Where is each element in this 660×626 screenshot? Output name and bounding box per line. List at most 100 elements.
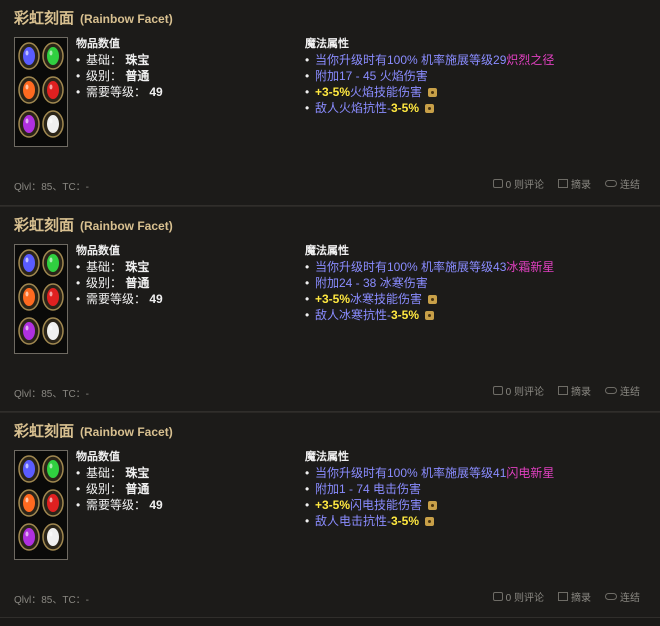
- gem: [23, 494, 35, 512]
- gem-glint: [25, 84, 29, 90]
- item-title-en: (Rainbow Facet): [80, 219, 173, 233]
- stat-required-level: • 需要等级： 49: [76, 498, 163, 512]
- stats-header: 物品数值: [76, 245, 120, 257]
- stat-grade: • 级别： 普通: [76, 482, 150, 496]
- item-image: [14, 450, 68, 560]
- item-image: [14, 244, 68, 354]
- item-stats: 物品数值 • 基础： 珠宝 • 级别： 普通 • 需要等级： 49: [76, 36, 163, 100]
- magic-prop-enemy-resist: • 敌人电击抗性-3-5%: [305, 513, 554, 529]
- skill-link[interactable]: 冰霜新星: [506, 260, 554, 274]
- magic-properties: 魔法属性 • 当你升级时有100% 机率施展等级29炽烈之径 • 附加17 - 45…: [305, 36, 554, 116]
- clip-icon: [558, 386, 568, 395]
- comments-button[interactable]: 0 则评论: [492, 589, 544, 604]
- magic-prop-proc: • 当你升级时有100% 机率施展等级43冰霜新星: [305, 260, 555, 274]
- item-footer-qlvl: Qlvl：85、TC：-: [14, 182, 90, 193]
- item-footer-qlvl: Qlvl：85、TC：-: [14, 595, 90, 606]
- card-actions: 0 则评论 摘录 连结: [492, 176, 640, 191]
- magic-prop-skill-damage: • +3-5%冰寒技能伤害: [305, 291, 554, 307]
- dice-icon: [428, 88, 438, 97]
- link-icon: [605, 180, 617, 187]
- gem-glint: [49, 118, 53, 124]
- item-title[interactable]: 彩虹刻面 (Rainbow Facet): [14, 420, 173, 441]
- skill-link[interactable]: 炽烈之径: [506, 53, 554, 67]
- gem-glint: [49, 257, 53, 263]
- item-stats: 物品数值 • 基础： 珠宝 • 级别： 普通 • 需要等级： 49: [76, 449, 163, 513]
- gem-glint: [25, 291, 29, 297]
- dice-icon: [425, 517, 435, 526]
- link-button[interactable]: 连结: [605, 176, 640, 191]
- dice-icon: [425, 104, 435, 113]
- magic-prop-skill-damage: • +3-5%火焰技能伤害: [305, 84, 554, 100]
- magic-header: 魔法属性: [305, 245, 349, 257]
- gem-glint: [49, 84, 53, 90]
- gem: [23, 81, 35, 99]
- stat-base: • 基础： 珠宝: [76, 53, 150, 67]
- gem: [47, 322, 59, 340]
- magic-prop-proc: • 当你升级时有100% 机率施展等级29炽烈之径: [305, 53, 555, 67]
- stat-required-level: • 需要等级： 49: [76, 85, 163, 99]
- item-image: [14, 37, 68, 147]
- stats-header: 物品数值: [76, 451, 120, 463]
- gem: [47, 528, 59, 546]
- item-card: 彩虹刻面 (Rainbow Facet) 物品数值 • 基础： 珠宝 • 级别： 普通…: [0, 412, 660, 618]
- item-title[interactable]: 彩虹刻面 (Rainbow Facet): [14, 7, 173, 28]
- gem: [47, 460, 59, 478]
- gem: [47, 254, 59, 272]
- gem: [23, 47, 35, 65]
- gem: [23, 115, 35, 133]
- collect-button[interactable]: 摘录: [558, 176, 591, 191]
- gem-glint: [49, 463, 53, 469]
- collect-button[interactable]: 摘录: [558, 589, 591, 604]
- item-card: 彩虹刻面 (Rainbow Facet) 物品数值 • 基础： 珠宝 • 级别： 普通…: [0, 206, 660, 412]
- magic-header: 魔法属性: [305, 451, 349, 463]
- stat-grade: • 级别： 普通: [76, 276, 150, 290]
- gem: [23, 528, 35, 546]
- gem: [23, 288, 35, 306]
- gem: [47, 494, 59, 512]
- stat-grade: • 级别： 普通: [76, 69, 150, 83]
- item-stats: 物品数值 • 基础： 珠宝 • 级别： 普通 • 需要等级： 49: [76, 243, 163, 307]
- stat-required-level: • 需要等级： 49: [76, 292, 163, 306]
- comments-button[interactable]: 0 则评论: [492, 176, 544, 191]
- item-title-cn: 彩虹刻面: [14, 422, 75, 440]
- dice-icon: [425, 311, 435, 320]
- gem-glint: [25, 463, 29, 469]
- gem-glint: [25, 118, 29, 124]
- comment-icon: [492, 386, 503, 395]
- skill-link[interactable]: 闪电新星: [506, 466, 554, 480]
- item-title-cn: 彩虹刻面: [14, 9, 75, 27]
- gem: [47, 47, 59, 65]
- magic-prop-damage: • 附加1 - 74 电击伤害: [305, 482, 422, 496]
- stat-base: • 基础： 珠宝: [76, 466, 150, 480]
- gem: [47, 288, 59, 306]
- item-title-en: (Rainbow Facet): [80, 425, 173, 439]
- collect-button[interactable]: 摘录: [558, 383, 591, 398]
- card-actions: 0 则评论 摘录 连结: [492, 383, 640, 398]
- card-actions: 0 则评论 摘录 连结: [492, 589, 640, 604]
- link-button[interactable]: 连结: [605, 383, 640, 398]
- comments-button[interactable]: 0 则评论: [492, 383, 544, 398]
- dice-icon: [428, 501, 438, 510]
- dice-icon: [428, 295, 438, 304]
- magic-properties: 魔法属性 • 当你升级时有100% 机率施展等级43冰霜新星 • 附加24 - 38…: [305, 243, 554, 323]
- link-button[interactable]: 连结: [605, 589, 640, 604]
- gem-glint: [49, 291, 53, 297]
- item-title-cn: 彩虹刻面: [14, 216, 75, 234]
- gem-glint: [25, 497, 29, 503]
- gem-glint: [25, 257, 29, 263]
- item-footer-qlvl: Qlvl：85、TC：-: [14, 389, 90, 400]
- gem-glint: [49, 531, 53, 537]
- rainbow-facet-gems-icon: [18, 42, 64, 138]
- magic-prop-skill-damage: • +3-5%闪电技能伤害: [305, 497, 554, 513]
- gem: [23, 460, 35, 478]
- gem: [23, 254, 35, 272]
- magic-prop-enemy-resist: • 敌人火焰抗性-3-5%: [305, 100, 554, 116]
- stats-header: 物品数值: [76, 38, 120, 50]
- gem-glint: [49, 50, 53, 56]
- gem: [47, 81, 59, 99]
- item-title[interactable]: 彩虹刻面 (Rainbow Facet): [14, 214, 173, 235]
- magic-prop-proc: • 当你升级时有100% 机率施展等级41闪电新星: [305, 466, 555, 480]
- link-icon: [605, 593, 617, 600]
- item-card: 彩虹刻面 (Rainbow Facet) 物品数值 • 基础： 珠宝 • 级别： 普通…: [0, 0, 660, 206]
- link-icon: [605, 387, 617, 394]
